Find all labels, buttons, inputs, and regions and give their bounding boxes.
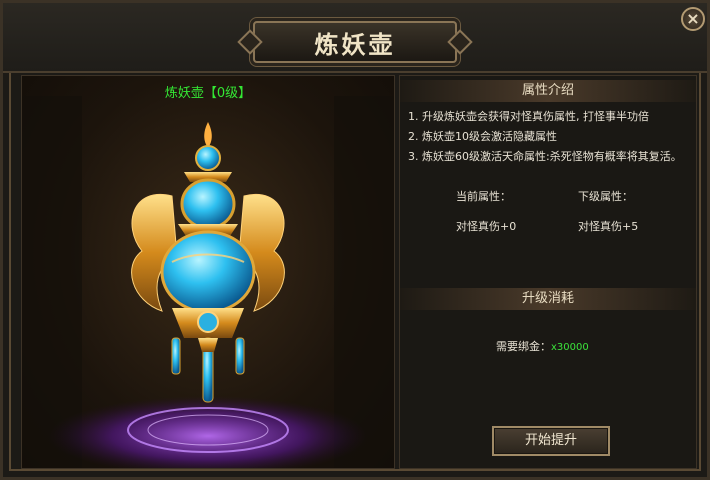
attribute-panel: 属性介绍 1. 升级炼妖壶会获得对怪真伤属性, 打怪事半功倍 2. 炼妖壶10级… (399, 75, 697, 469)
start-upgrade-button[interactable]: 开始提升 (492, 426, 610, 456)
current-attribute-label: 当前属性： (456, 190, 511, 203)
gourd-artwork (22, 96, 394, 468)
description-line-2: 2. 炼妖壶10级会激活隐藏属性 (408, 130, 557, 143)
next-attribute-value: 对怪真伤+5 (578, 220, 639, 233)
cost-value: x30000 (551, 342, 589, 353)
description-line-3: 3. 炼妖壶60级激活天命属性:杀死怪物有概率将其复活。 (408, 150, 682, 163)
description-line-1: 1. 升级炼妖壶会获得对怪真伤属性, 打怪事半功倍 (408, 110, 649, 123)
next-attribute-label: 下级属性： (578, 190, 633, 203)
title-plate: 炼妖壶 (253, 21, 457, 63)
window-title: 炼妖壶 (314, 31, 396, 59)
upgrade-cost-header: 升级消耗 (400, 288, 696, 310)
attributes-header: 属性介绍 (400, 80, 696, 102)
close-icon[interactable]: × (681, 7, 705, 31)
current-attribute-value: 对怪真伤+0 (456, 220, 517, 233)
cost-label: 需要绑金： (496, 340, 551, 353)
upgrade-window: 炼妖壶 × 炼妖壶【0级】 属性介绍 1. 升级炼妖壶会获得对怪真伤属性, 打怪… (0, 0, 710, 480)
item-showcase: 炼妖壶【0级】 (21, 75, 395, 469)
cost-row: 需要绑金：x30000 (496, 338, 589, 354)
title-bar: 炼妖壶 (3, 3, 707, 73)
